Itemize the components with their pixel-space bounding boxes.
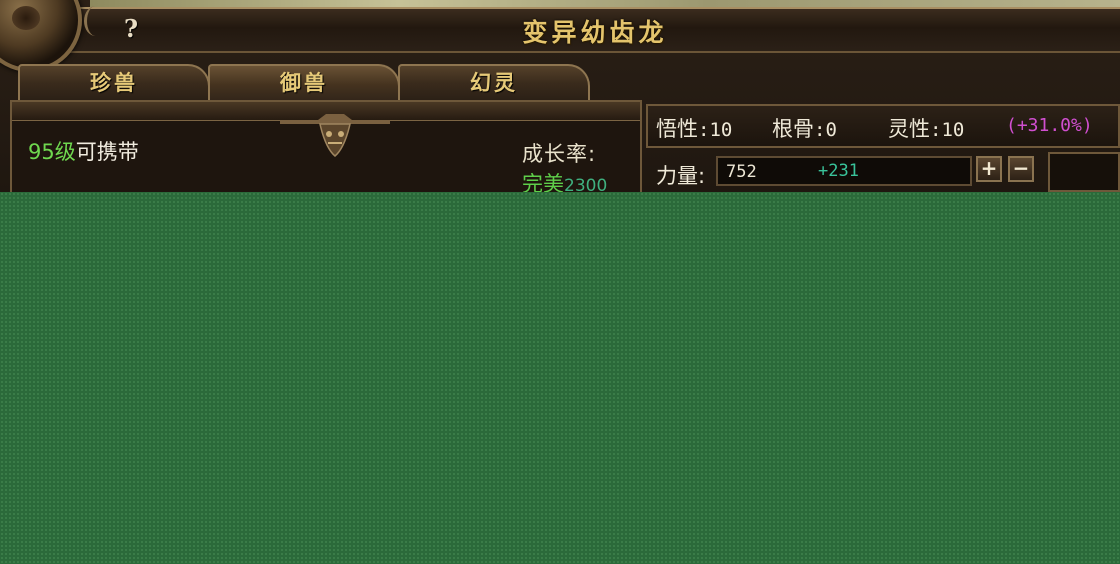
carry-text: 可携带 — [75, 140, 139, 164]
growth-rate-line: 完美2300 — [522, 168, 607, 192]
attr-spirituality-label: 灵性 — [888, 117, 930, 141]
tab-rare-beast[interactable]: 珍兽 — [18, 64, 210, 100]
tab-phantom-spirit[interactable]: 幻灵 — [398, 64, 590, 100]
strength-minus-button[interactable]: − — [1008, 156, 1034, 182]
attr-spirituality-value: 10 — [941, 119, 965, 141]
demon-face-ornament-icon — [280, 114, 390, 157]
emblem-icon — [0, 0, 82, 72]
attr-bonus: (+31.0%) — [1006, 115, 1093, 136]
attr-comprehension-label: 悟性 — [656, 117, 698, 141]
pet-level: 95级 — [28, 140, 76, 164]
attr-root-bone: 根骨:0 — [772, 117, 837, 141]
level-line: 95级可携带 — [28, 136, 139, 166]
attribute-bar: 悟性:10 根骨:0 灵性:10 (+31.0%) — [646, 104, 1120, 148]
side-slot — [1048, 152, 1120, 192]
strength-plus-button[interactable]: + — [976, 156, 1002, 182]
strength-label: 力量: — [656, 164, 706, 188]
strength-field: 752 +231 — [716, 156, 972, 186]
strength-added: +231 — [818, 161, 859, 181]
growth-rate-label: 成长率: — [522, 142, 597, 166]
pet-info-panel: 95级可携带 成长率: 完美2300 — [10, 100, 642, 192]
title-bar: ? 变异幼齿龙 — [70, 7, 1120, 53]
strength-row: 力量: 752 +231 + − — [646, 150, 1120, 192]
attr-comprehension: 悟性:10 — [656, 117, 733, 141]
growth-value: 2300 — [564, 176, 608, 192]
tab-tamed-beast[interactable]: 御兽 — [208, 64, 400, 100]
strength-value: 752 — [726, 162, 757, 182]
attr-spirituality: 灵性:10 — [888, 117, 965, 141]
background-scenery — [90, 0, 1120, 7]
attr-root-bone-value: 0 — [825, 119, 837, 141]
window-title: 变异幼齿龙 — [522, 18, 668, 47]
pet-window: ? 变异幼齿龙 珍兽 御兽 幻灵 95级可携带 成长率: 完美2300 悟性:1… — [0, 0, 1120, 192]
green-overlay — [0, 192, 1120, 564]
attr-comprehension-value: 10 — [709, 119, 733, 141]
attr-root-bone-label: 根骨 — [772, 117, 814, 141]
emblem-ornament-icon — [84, 6, 107, 36]
growth-grade: 完美 — [522, 172, 564, 192]
